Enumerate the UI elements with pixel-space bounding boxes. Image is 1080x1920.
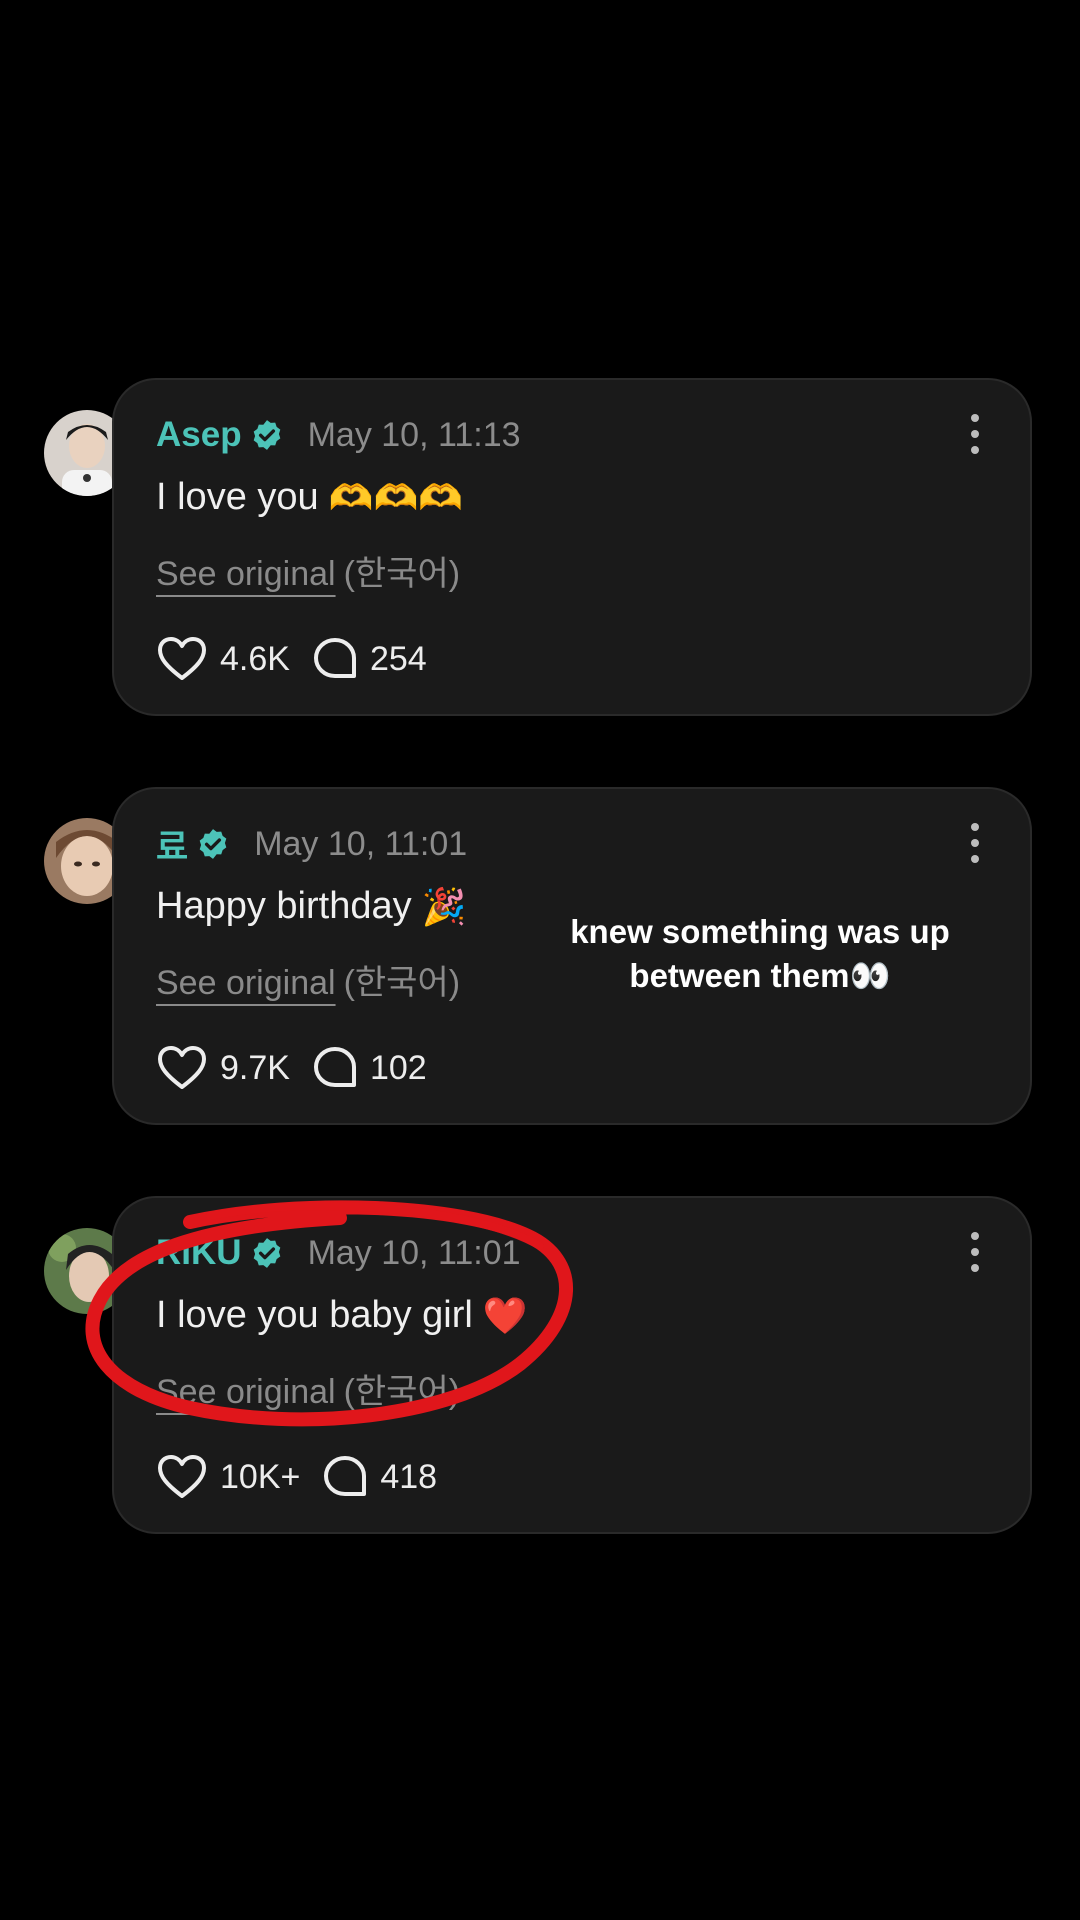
comment-button[interactable]: 418 xyxy=(322,1454,437,1500)
post-text: Happy birthday 🎉 xyxy=(156,885,466,928)
comment-count: 254 xyxy=(369,639,427,678)
like-button[interactable]: 9.7K xyxy=(156,1045,290,1091)
party-popper-emoji: 🎉 xyxy=(421,885,467,927)
post-date: May 10, 11:01 xyxy=(254,824,468,863)
comment-button[interactable]: 254 xyxy=(312,636,427,682)
author-name[interactable]: RIKU xyxy=(156,1233,242,1273)
post-header: 료 May 10, 11:01 xyxy=(156,819,467,869)
language-label: (한국어) xyxy=(343,964,461,1002)
overlay-caption: knew something was up between them👀 xyxy=(540,910,980,998)
comment-button[interactable]: 102 xyxy=(312,1045,427,1091)
post-stats: 10K+ 418 xyxy=(156,1452,437,1502)
comment-count: 418 xyxy=(380,1457,438,1496)
like-count: 9.7K xyxy=(220,1048,290,1087)
post-text-content: Happy birthday xyxy=(156,885,412,927)
post-text: I love you baby girl ❤️ xyxy=(156,1294,528,1337)
like-count: 10K+ xyxy=(220,1457,301,1496)
author-name[interactable]: Asep xyxy=(156,415,242,455)
comment-bubble-icon xyxy=(324,1456,367,1496)
post-text-content: I love you baby girl xyxy=(156,1294,473,1336)
post-date: May 10, 11:13 xyxy=(307,415,521,454)
more-vertical-icon[interactable] xyxy=(970,1232,980,1272)
post-header: Asep May 10, 11:13 xyxy=(156,410,521,460)
comment-bubble-icon xyxy=(313,1047,356,1087)
heart-icon xyxy=(158,1046,206,1089)
see-original-link[interactable]: See original xyxy=(156,555,336,593)
translation-row: See original (한국어) xyxy=(156,1364,460,1413)
see-original-link[interactable]: See original xyxy=(156,964,336,1002)
author-name[interactable]: 료 xyxy=(156,819,188,870)
post-text-content: I love you xyxy=(156,476,319,518)
heart-icon xyxy=(158,637,206,680)
post-header: RIKU May 10, 11:01 xyxy=(156,1228,521,1278)
comment-count: 102 xyxy=(369,1048,427,1087)
like-button[interactable]: 4.6K xyxy=(156,636,290,682)
red-heart-emoji: ❤️ xyxy=(482,1294,528,1336)
verified-badge-icon xyxy=(253,420,280,450)
post-text: I love you 🫶🫶🫶 xyxy=(156,476,463,519)
post-card: Asep May 10, 11:13 I love you 🫶🫶🫶 See or… xyxy=(112,378,1032,716)
translation-row: See original (한국어) xyxy=(156,546,460,595)
verified-badge-icon xyxy=(253,1238,280,1268)
more-vertical-icon[interactable] xyxy=(970,823,980,863)
post-stats: 4.6K 254 xyxy=(156,634,427,684)
like-button[interactable]: 10K+ xyxy=(156,1454,300,1500)
translation-row: See original (한국어) xyxy=(156,955,460,1004)
post-stats: 9.7K 102 xyxy=(156,1043,427,1093)
like-count: 4.6K xyxy=(220,639,290,678)
comment-bubble-icon xyxy=(313,638,356,678)
see-original-link[interactable]: See original xyxy=(156,1373,336,1411)
verified-badge-icon xyxy=(199,829,227,859)
overlay-caption-line: knew something was up xyxy=(570,913,950,950)
more-vertical-icon[interactable] xyxy=(970,414,980,454)
language-label: (한국어) xyxy=(343,555,461,593)
post-date: May 10, 11:01 xyxy=(307,1233,521,1272)
language-label: (한국어) xyxy=(343,1373,461,1411)
heart-icon xyxy=(158,1455,206,1498)
overlay-caption-line: between them👀 xyxy=(629,957,891,994)
post-card: RIKU May 10, 11:01 I love you baby girl … xyxy=(112,1196,1032,1534)
heart-hands-emoji: 🫶🫶🫶 xyxy=(328,476,464,518)
